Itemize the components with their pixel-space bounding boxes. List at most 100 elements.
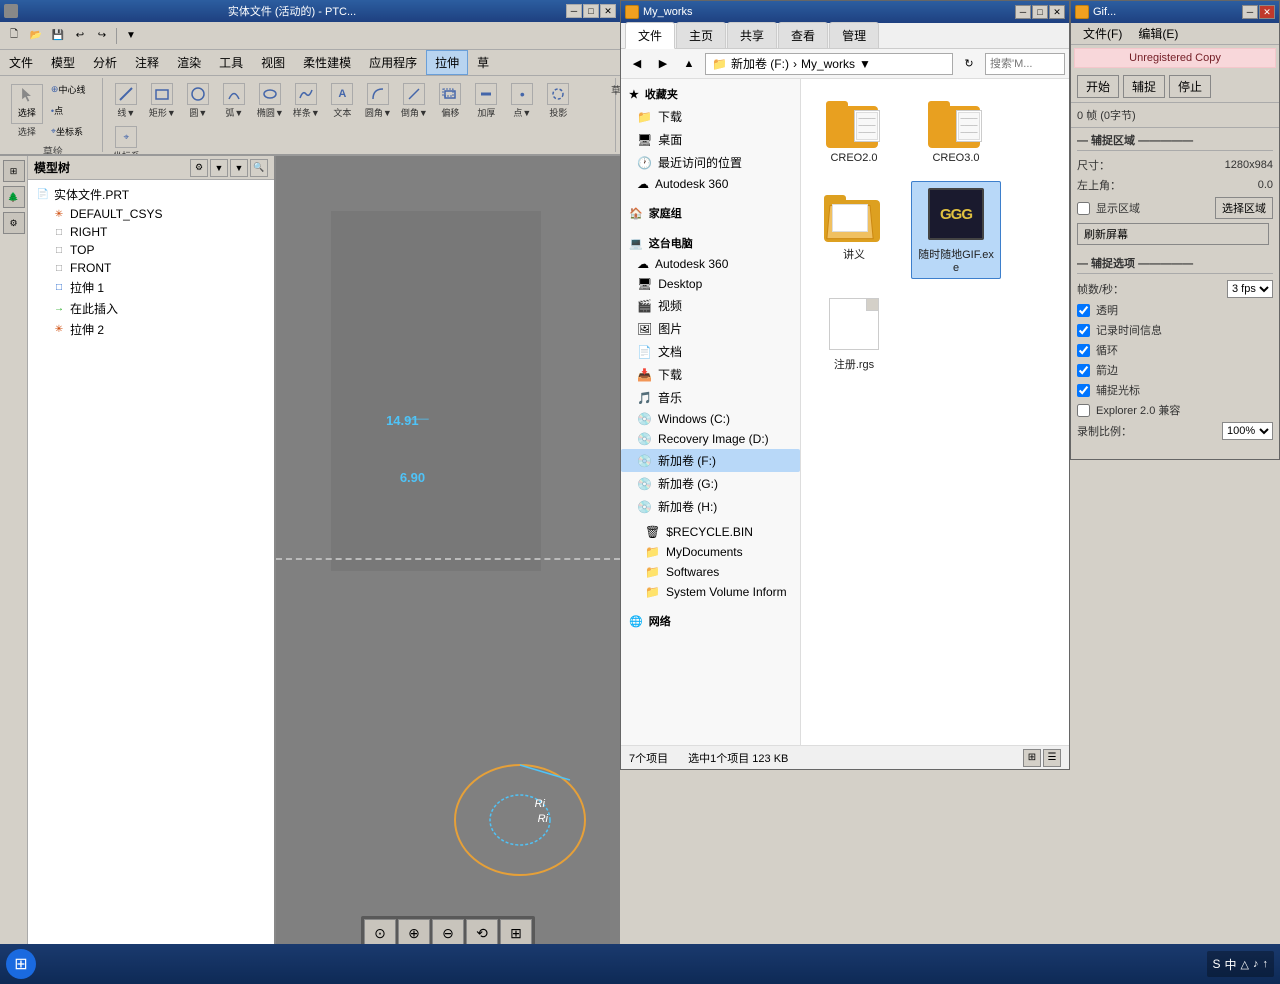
menu-sketch[interactable]: 草 <box>468 50 498 75</box>
menu-file[interactable]: 文件 <box>0 50 42 75</box>
zoom-out-btn[interactable]: ⊖ <box>432 919 464 947</box>
tree-item-extrude2[interactable]: ✳ 拉伸 2 <box>32 319 270 340</box>
menu-model[interactable]: 模型 <box>42 50 84 75</box>
ribbon-btn-line[interactable]: 线▼ <box>109 80 144 122</box>
mt-filter-btn[interactable]: ▼ <box>230 159 248 177</box>
mt-expand-btn[interactable]: ▼ <box>210 159 228 177</box>
fe-tab-manage[interactable]: 管理 <box>829 22 879 48</box>
ribbon-btn-point[interactable]: • 点 <box>48 101 98 120</box>
fe-sidebar-newvolg[interactable]: 💿 新加卷 (G:) <box>621 472 800 495</box>
ribbon-btn-chamfer[interactable]: 倒角▼ <box>397 80 432 122</box>
gif-show-region-check[interactable] <box>1077 202 1090 215</box>
tree-item-right[interactable]: □ RIGHT <box>32 223 270 241</box>
ribbon-btn-circle[interactable]: 圆▼ <box>181 80 216 122</box>
fe-sidebar-pictures[interactable]: 🖼 图片 <box>621 317 800 340</box>
file-rgs[interactable]: 注册.rgs <box>809 291 899 377</box>
fe-sidebar-autodesk1[interactable]: ☁ Autodesk 360 <box>621 174 800 194</box>
qa-save-button[interactable]: 💾 <box>48 26 68 46</box>
fe-search-input[interactable] <box>985 53 1065 75</box>
zoom-fit-btn[interactable]: ⊙ <box>364 919 396 947</box>
ribbon-btn-point2[interactable]: • 点▼ <box>505 80 540 122</box>
menu-tools[interactable]: 工具 <box>210 50 252 75</box>
fe-sidebar-recovery[interactable]: 💿 Recovery Image (D:) <box>621 429 800 449</box>
fe-back-btn[interactable]: ◀ <box>625 53 649 75</box>
gif-pause-btn[interactable]: 辅捉 <box>1123 75 1165 98</box>
fe-tab-home[interactable]: 主页 <box>676 22 726 48</box>
fe-refresh-btn[interactable]: ↻ <box>957 53 981 75</box>
ribbon-btn-rect[interactable]: 矩形▼ <box>145 80 180 122</box>
fe-up-btn[interactable]: ▲ <box>677 53 701 75</box>
fe-tab-share[interactable]: 共享 <box>727 22 777 48</box>
gif-menu-file[interactable]: 文件(F) <box>1075 23 1130 44</box>
menu-view[interactable]: 视图 <box>252 50 294 75</box>
ribbon-btn-centerline[interactable]: ⊕ 中心线 <box>48 80 98 99</box>
fe-sidebar-newvolh[interactable]: 💿 新加卷 (H:) <box>621 495 800 518</box>
gif-start-btn[interactable]: 开始 <box>1077 75 1119 98</box>
gif-scale-select[interactable]: 100% <box>1222 422 1273 440</box>
fe-sidebar-music[interactable]: 🎵 音乐 <box>621 386 800 409</box>
zoom-in-btn[interactable]: ⊕ <box>398 919 430 947</box>
left-icon-view[interactable]: ⊞ <box>3 160 25 182</box>
tree-item-csys[interactable]: ✳ DEFAULT_CSYS <box>32 205 270 223</box>
ribbon-btn-coord[interactable]: ⌖ 坐标系 <box>48 122 98 141</box>
pan-btn[interactable]: ⊞ <box>500 919 532 947</box>
ribbon-btn-arc[interactable]: 弧▼ <box>217 80 252 122</box>
gif-refresh-btn[interactable]: 刷新屏幕 <box>1077 223 1269 245</box>
ribbon-btn-ellipse[interactable]: 椭圆▼ <box>253 80 288 122</box>
ribbon-btn-project[interactable]: 投影 <box>541 80 576 122</box>
ribbon-btn-coord2[interactable]: ⌖ 坐标系 <box>109 123 144 156</box>
gif-menu-edit[interactable]: 编辑(E) <box>1130 23 1186 44</box>
fe-maximize-btn[interactable]: □ <box>1032 5 1048 19</box>
qa-redo-button[interactable]: ↪ <box>92 26 112 46</box>
file-creo2[interactable]: ──── ──── ──── CREO2.0 <box>809 87 899 169</box>
file-gif-exe[interactable]: GGG 随时随地GIF.exe <box>911 181 1001 279</box>
fe-sidebar-recycle[interactable]: 🗑 $RECYCLE.BIN <box>621 522 800 542</box>
menu-analysis[interactable]: 分析 <box>84 50 126 75</box>
tree-item-root[interactable]: 📄 实体文件.PRT <box>32 184 270 205</box>
gif-fps-select[interactable]: 3 fps <box>1227 280 1273 298</box>
start-button[interactable]: ⊞ <box>6 949 36 979</box>
gif-cursor-check[interactable] <box>1077 384 1090 397</box>
menu-apps[interactable]: 应用程序 <box>360 50 426 75</box>
mt-settings-btn[interactable]: ⚙ <box>190 159 208 177</box>
gif-explorer-check[interactable] <box>1077 404 1090 417</box>
tree-item-extrude1[interactable]: □ 拉伸 1 <box>32 277 270 298</box>
fe-sidebar-videos[interactable]: 🎬 视频 <box>621 294 800 317</box>
fe-sidebar-autodesk2[interactable]: ☁ Autodesk 360 <box>621 254 800 274</box>
ptc-maximize-button[interactable]: □ <box>583 4 599 18</box>
view-area[interactable]: 14.91 —— 6.90 Ri Ri ⊙ ⊕ ⊖ ⟲ ⊞ <box>276 156 620 960</box>
gif-record-time-check[interactable] <box>1077 324 1090 337</box>
ribbon-btn-fillet[interactable]: 圆角▼ <box>361 80 396 122</box>
fe-tab-view[interactable]: 查看 <box>778 22 828 48</box>
file-lecture[interactable]: 讲义 <box>809 181 899 279</box>
fe-sidebar-softwares[interactable]: 📁 Softwares <box>621 562 800 582</box>
qa-undo-button[interactable]: ↩ <box>70 26 90 46</box>
menu-render[interactable]: 渲染 <box>168 50 210 75</box>
fe-sidebar-newvolf[interactable]: 💿 新加卷 (F:) <box>621 449 800 472</box>
gif-close-btn[interactable]: ✕ <box>1259 5 1275 19</box>
ptc-close-button[interactable]: ✕ <box>600 4 616 18</box>
gif-stop-btn[interactable]: 停止 <box>1169 75 1211 98</box>
gif-loop-check[interactable] <box>1077 344 1090 357</box>
fe-sidebar-documents[interactable]: 📄 文档 <box>621 340 800 363</box>
fe-breadcrumb[interactable]: 📁 新加卷 (F:) › My_works ▼ <box>705 53 953 75</box>
ribbon-btn-text[interactable]: A 文本 <box>325 80 360 122</box>
tree-item-insert-here[interactable]: → 在此插入 <box>32 298 270 319</box>
fe-view-large-btn[interactable]: ⊞ <box>1023 749 1041 767</box>
fe-sidebar-downloads2[interactable]: 📥 下载 <box>621 363 800 386</box>
fe-tab-file[interactable]: 文件 <box>625 22 675 49</box>
mt-search-btn[interactable]: 🔍 <box>250 159 268 177</box>
menu-annotation[interactable]: 注释 <box>126 50 168 75</box>
fe-sidebar-desktop2[interactable]: 🖥 Desktop <box>621 274 800 294</box>
ribbon-btn-spline[interactable]: 样条▼ <box>289 80 324 122</box>
fe-sidebar-network[interactable]: 🌐 网络 <box>621 610 800 632</box>
ptc-minimize-button[interactable]: ─ <box>566 4 582 18</box>
qa-new-button[interactable]: 🗋 <box>4 26 24 46</box>
fe-sidebar-downloads1[interactable]: 📁 下载 <box>621 105 800 128</box>
gif-border-check[interactable] <box>1077 364 1090 377</box>
ribbon-btn-thicken[interactable]: 加厚 <box>469 80 504 122</box>
gif-minimize-btn[interactable]: ─ <box>1242 5 1258 19</box>
tree-item-top[interactable]: □ TOP <box>32 241 270 259</box>
ribbon-btn-offset[interactable]: 偏移 <box>433 80 468 122</box>
fe-close-btn[interactable]: ✕ <box>1049 5 1065 19</box>
